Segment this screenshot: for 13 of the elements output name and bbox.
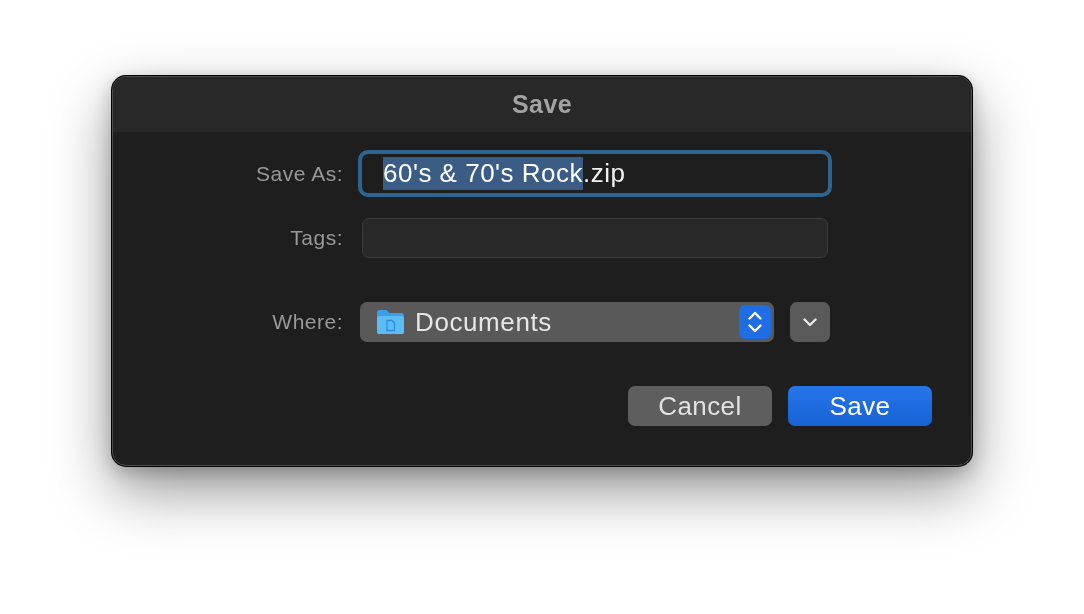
field-label: Where: xyxy=(272,310,343,334)
location-popup[interactable]: Documents xyxy=(360,302,774,342)
field-label: Tags: xyxy=(290,226,343,250)
window-title: Save xyxy=(512,90,572,119)
up-down-chevron-icon xyxy=(739,305,771,339)
save-button[interactable]: Save xyxy=(788,386,932,426)
disclosure-button[interactable] xyxy=(790,302,830,342)
field-label: Save As: xyxy=(256,161,343,186)
tags-field[interactable] xyxy=(362,218,828,258)
filename-field[interactable]: 60's & 70's Rock.zip xyxy=(358,150,832,197)
folder-icon xyxy=(376,309,405,335)
cancel-button[interactable]: Cancel xyxy=(628,386,772,426)
chevron-down-icon xyxy=(803,317,817,327)
